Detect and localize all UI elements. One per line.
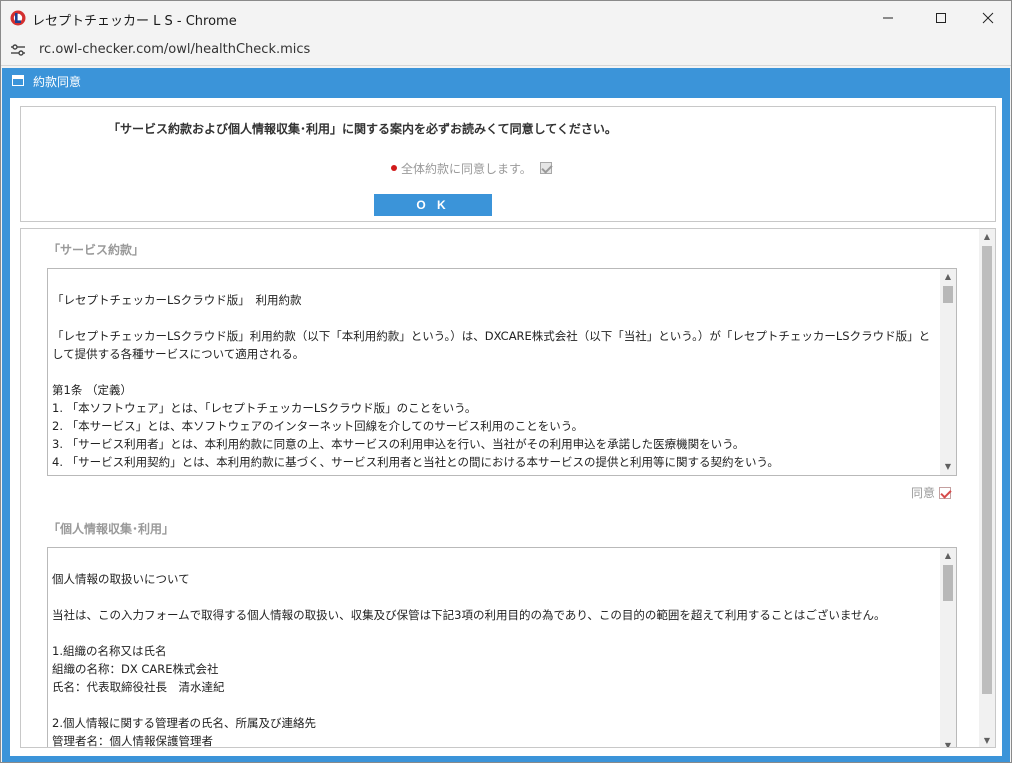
scroll-up-arrow-icon[interactable]: ▲ — [940, 548, 956, 562]
scrollbar-thumb[interactable] — [943, 286, 953, 303]
text-line: 4. 「サービス利用契約」とは、本利用約款に基づく、サービス利用者と当社との間に… — [52, 455, 779, 469]
consent-panel: 「サービス約款および個人情報収集･利用」に関する案内を必ずお読みくて同意してくだ… — [20, 106, 996, 222]
scroll-up-arrow-icon[interactable]: ▲ — [979, 229, 995, 243]
section-title-service-terms: 「サービス約款」 — [48, 243, 145, 257]
text-line: 個人情報の取扱いについて — [52, 572, 190, 586]
minimize-icon — [883, 17, 893, 19]
privacy-textbox[interactable]: 個人情報の取扱いについて 当社は、この入力フォームで取得する個人情報の取扱い、収… — [47, 547, 957, 748]
scroll-down-arrow-icon[interactable]: ▼ — [940, 738, 956, 748]
dialog-title: 約款同意 — [33, 75, 82, 89]
minimize-button[interactable] — [865, 1, 911, 35]
text-line — [52, 624, 936, 642]
scrollbar-thumb[interactable] — [982, 246, 992, 694]
required-dot-icon — [391, 165, 397, 171]
ok-button[interactable]: O K — [374, 194, 492, 216]
text-line — [52, 309, 936, 327]
text-line — [52, 588, 936, 606]
privacy-text: 個人情報の取扱いについて 当社は、この入力フォームで取得する個人情報の取扱い、収… — [52, 556, 936, 748]
service-terms-text: 「レセプトチェッカーLSクラウド版」 利用約款 「レセプトチェッカーLSクラウド… — [52, 277, 936, 471]
service-terms-textbox[interactable]: 「レセプトチェッカーLSクラウド版」 利用約款 「レセプトチェッカーLSクラウド… — [47, 268, 957, 476]
text-line: 管理者名：個人情報保護管理者 — [52, 734, 213, 748]
consent-message: 「サービス約款および個人情報収集･利用」に関する案内を必ずお読みくて同意してくだ… — [108, 122, 617, 136]
app-logo-icon — [10, 10, 26, 26]
text-line — [52, 696, 936, 714]
text-line: 当社は、この入力フォームで取得する個人情報の取扱い、収集及び保管は下記3項の利用… — [52, 608, 886, 622]
browser-window: レセプトチェッカー L S - Chrome rc.owl-checker.co… — [0, 0, 1012, 763]
privacy-scrollbar[interactable]: ▲ ▼ — [940, 548, 956, 748]
section-title-privacy: 「個人情報収集･利用」 — [48, 522, 175, 536]
title-bar: レセプトチェッカー L S - Chrome — [1, 1, 1011, 35]
agree-all-checkbox[interactable] — [539, 162, 552, 174]
agree-label: 同意 — [911, 486, 936, 500]
terms-scroll-area[interactable]: 「サービス約款」 「レセプトチェッカーLSクラウド版」 利用約款 「レセプトチェ… — [20, 228, 996, 748]
scrollbar-thumb[interactable] — [943, 565, 953, 601]
dialog-body: 「サービス約款および個人情報収集･利用」に関する案内を必ずお読みくて同意してくだ… — [10, 98, 1002, 756]
url-text[interactable]: rc.owl-checker.com/owl/healthCheck.mics — [39, 42, 310, 57]
service-terms-agree-row: 同意 — [911, 484, 952, 501]
window-icon — [12, 75, 24, 86]
text-line: 第1条 （定義） — [52, 383, 132, 397]
maximize-button[interactable] — [918, 1, 964, 35]
agree-all-label: 全体約款に同意します。 — [401, 161, 532, 176]
window-title: レセプトチェッカー L S - Chrome — [32, 14, 237, 29]
text-line: 3. 「サービス利用者」とは、本利用約款に同意の上、本サービスの利用申込を行い、… — [52, 437, 745, 451]
scroll-up-arrow-icon[interactable]: ▲ — [940, 269, 956, 283]
close-button[interactable] — [965, 1, 1011, 35]
text-line: 1. 「本ソフトウェア」とは、「レセプトチェッカーLSクラウド版」のことをいう。 — [52, 401, 477, 415]
service-terms-scrollbar[interactable]: ▲ ▼ — [940, 269, 956, 475]
text-line: 氏名：代表取締役社長 清水達紀 — [52, 680, 225, 694]
service-terms-agree-checkbox[interactable] — [939, 486, 952, 499]
close-icon — [982, 12, 994, 24]
agree-all-row: 全体約款に同意します。 — [391, 160, 552, 176]
text-line: 「レセプトチェッカーLSクラウド版」利用約款（以下「本利用約款」という。）は、D… — [52, 329, 931, 361]
maximize-icon — [936, 13, 946, 23]
dialog-header: 約款同意 — [2, 68, 1010, 94]
terms-outer-scrollbar[interactable]: ▲ ▼ — [979, 229, 995, 747]
text-line — [52, 363, 936, 381]
scroll-down-arrow-icon[interactable]: ▼ — [940, 459, 956, 473]
text-line: 2.個人情報に関する管理者の氏名、所属及び連絡先 — [52, 716, 316, 730]
site-info-icon[interactable] — [9, 42, 27, 58]
scroll-down-arrow-icon[interactable]: ▼ — [979, 733, 995, 747]
text-line: 2. 「本サービス」とは、本ソフトウェアのインターネット回線を介してのサービス利… — [52, 419, 584, 433]
address-bar: rc.owl-checker.com/owl/healthCheck.mics — [1, 35, 1011, 66]
terms-dialog: 約款同意 「サービス約款および個人情報収集･利用」に関する案内を必ずお読みくて同… — [2, 68, 1010, 762]
text-line: 1.組織の名称又は氏名 — [52, 644, 167, 658]
text-line: 「レセプトチェッカーLSクラウド版」 利用約款 — [52, 293, 302, 307]
text-line: 組織の名称：DX CARE株式会社 — [52, 662, 219, 676]
